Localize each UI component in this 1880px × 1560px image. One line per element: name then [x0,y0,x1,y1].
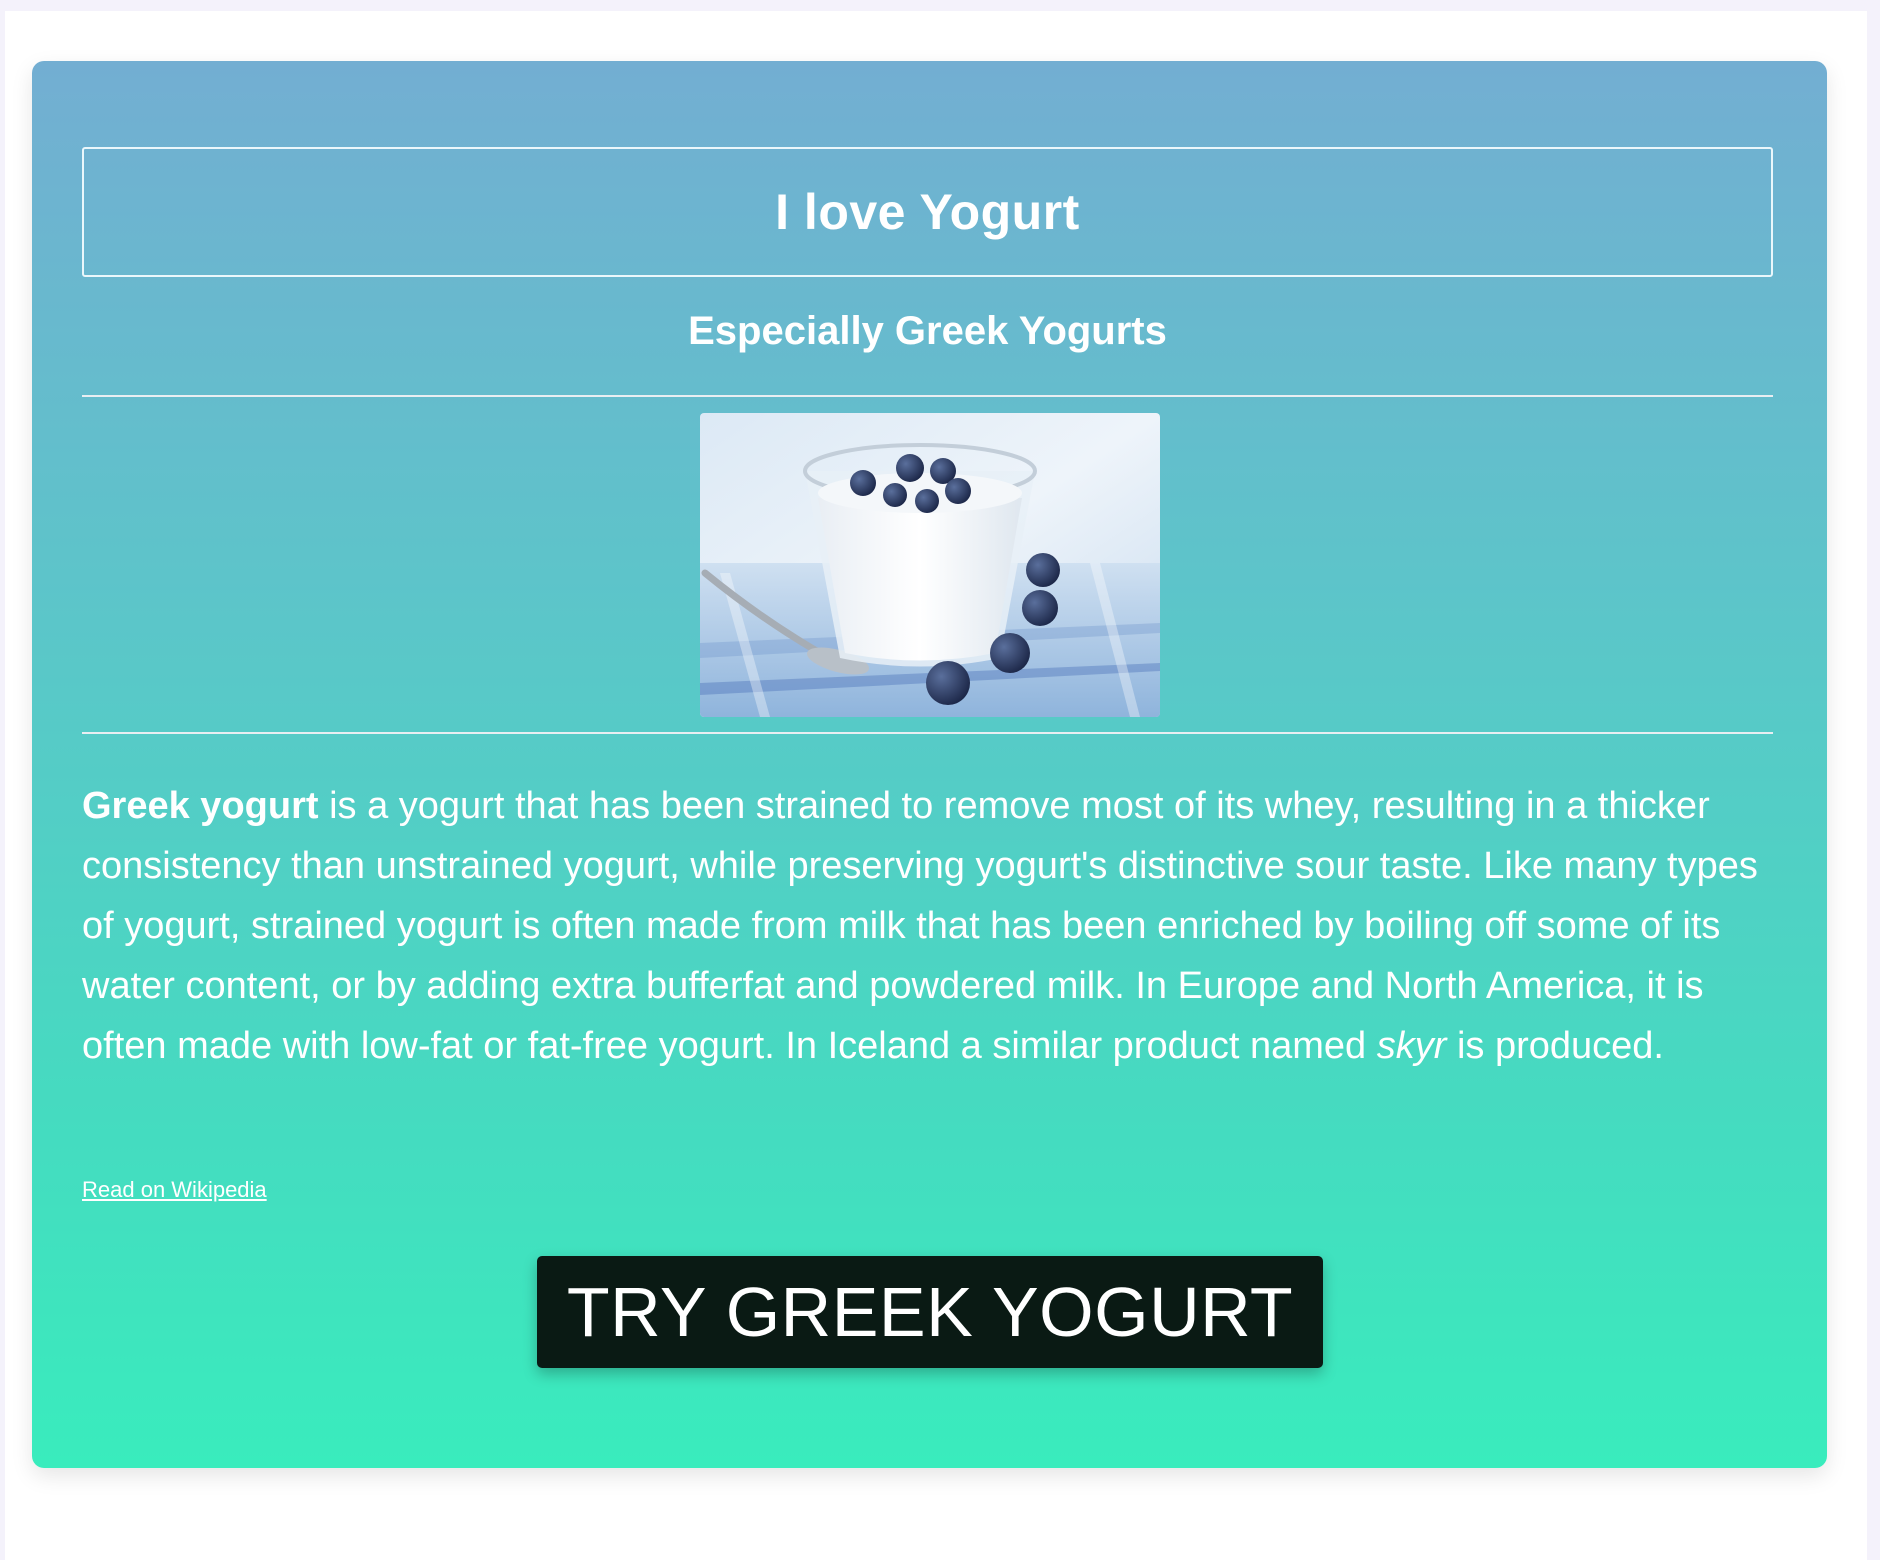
bottom-divider [82,732,1773,734]
yogurt-card: I love Yogurt Especially Greek Yogurts G… [32,61,1827,1468]
wikipedia-link[interactable]: Read on Wikipedia [82,1177,267,1203]
page-subtitle: Especially Greek Yogurts [688,309,1167,353]
try-greek-yogurt-button[interactable]: TRY GREEK YOGURT [537,1256,1323,1368]
top-divider [82,395,1773,397]
article-term2: skyr [1376,1025,1447,1067]
article-text: Greek yogurt is a yogurt that has been s… [82,776,1792,1076]
yogurt-image [700,413,1160,717]
article-part2: is produced. [1446,1025,1664,1067]
page-title: I love Yogurt [775,184,1080,240]
scrollbar-gutter [1867,11,1880,1560]
article-term: Greek yogurt [82,785,319,827]
title-box: I love Yogurt [82,147,1773,277]
